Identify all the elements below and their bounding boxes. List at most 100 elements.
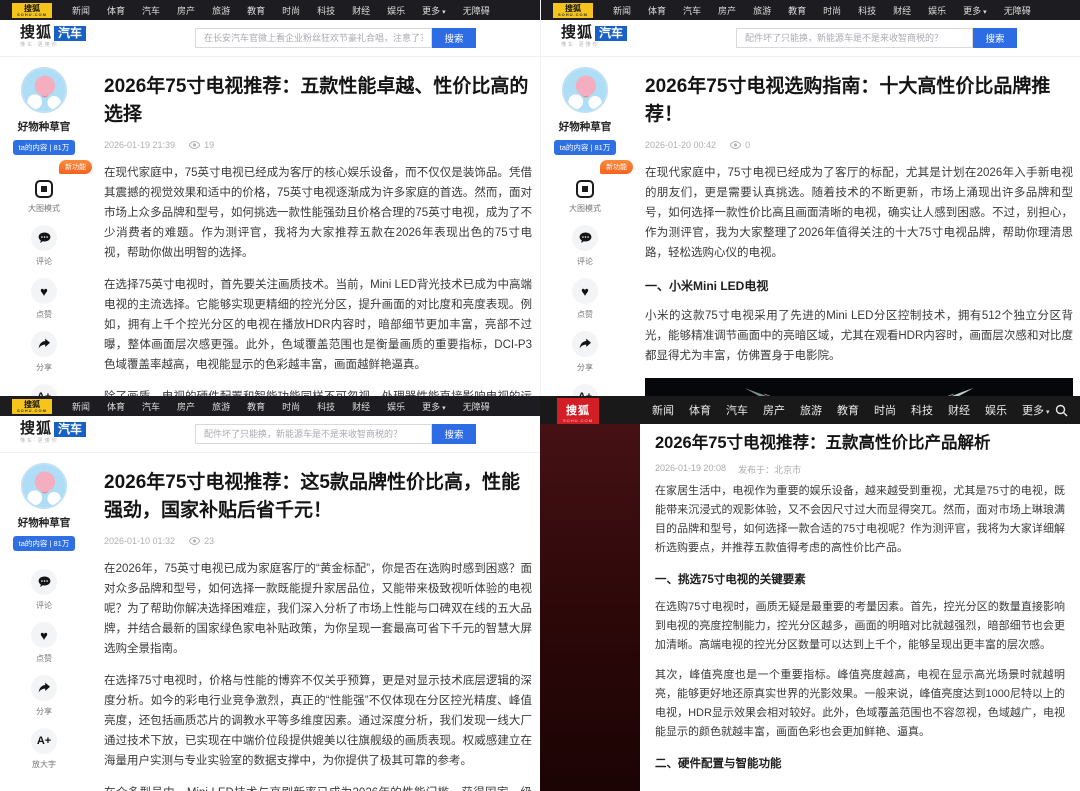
nav-item-realestate[interactable]: 房产: [177, 400, 195, 413]
sohu-logo-sub: SOHU.COM: [557, 419, 599, 423]
nav-item-fashion[interactable]: 时尚: [282, 400, 300, 413]
font-size-button[interactable]: A+: [31, 728, 57, 754]
comment-button[interactable]: [572, 225, 598, 251]
nav-item-news[interactable]: 新闻: [652, 402, 674, 418]
sohu-auto-logo[interactable]: 搜狐汽车 懂车·更懂你: [20, 421, 86, 444]
nav-item-entertainment[interactable]: 娱乐: [985, 402, 1007, 418]
nav-item-tech[interactable]: 科技: [317, 400, 335, 413]
comment-button[interactable]: [31, 225, 57, 251]
avatar[interactable]: [21, 463, 67, 509]
nav-item-sports[interactable]: 体育: [107, 400, 125, 413]
nav-item-travel[interactable]: 旅游: [212, 4, 230, 17]
nav-item-education[interactable]: 教育: [247, 4, 265, 17]
sohu-auto-logo[interactable]: 搜狐汽车 懂车·更懂你: [20, 25, 86, 48]
sohu-logo[interactable]: 搜狐SOHU.COM: [12, 399, 52, 414]
nav-item-accessibility[interactable]: 无障碍: [463, 400, 490, 413]
nav-item-finance[interactable]: 财经: [948, 402, 970, 418]
nav-item-fashion[interactable]: 时尚: [282, 4, 300, 17]
nav-item-realestate[interactable]: 房产: [763, 402, 785, 418]
nav-item-sports[interactable]: 体育: [648, 4, 666, 17]
font-size-button[interactable]: A+: [31, 384, 57, 396]
nav-item-travel[interactable]: 旅游: [753, 4, 771, 17]
nav-item-entertainment[interactable]: 娱乐: [387, 400, 405, 413]
comment-label: 评论: [577, 256, 593, 267]
nav-item-finance[interactable]: 财经: [352, 4, 370, 17]
nav-item-entertainment[interactable]: 娱乐: [928, 4, 946, 17]
views-count: 0: [745, 140, 750, 150]
article-paragraph: 在选购75寸电视时，画质无疑是最重要的考量因素。首先，控光分区的数量直接影响到电…: [655, 598, 1065, 655]
author-name[interactable]: 好物种草官: [18, 119, 71, 134]
sohu-logo[interactable]: 搜狐SOHU.COM: [12, 3, 52, 18]
chevron-down-icon: ▾: [442, 405, 446, 412]
share-button[interactable]: [31, 331, 57, 357]
nav-item-realestate[interactable]: 房产: [718, 4, 736, 17]
article-paragraph: 在家居生活中，电视作为重要的娱乐设备，越来越受到重视，尤其是75寸的电视，既能带…: [655, 482, 1065, 558]
nav-item-more[interactable]: 更多▾: [422, 400, 446, 413]
sohu-red-logo[interactable]: 搜狐 SOHU.COM: [557, 398, 599, 424]
search-input[interactable]: [195, 28, 432, 48]
author-name[interactable]: 好物种草官: [18, 515, 71, 530]
large-image-mode-label: 大图模式: [28, 203, 60, 214]
nav-item-more[interactable]: 更多▾: [963, 4, 987, 17]
article-date: 2026-01-19 20:08: [655, 463, 726, 476]
nav-item-auto[interactable]: 汽车: [142, 400, 160, 413]
nav-item-travel[interactable]: 旅游: [212, 400, 230, 413]
article-subheading: 一、小米Mini LED电视: [645, 277, 1073, 294]
author-name[interactable]: 好物种草官: [559, 119, 612, 134]
views-icon: [189, 537, 200, 545]
search-input[interactable]: [195, 424, 432, 444]
nav-more-label: 更多: [422, 6, 440, 16]
search-bar: 搜索: [195, 424, 476, 444]
comment-button[interactable]: [31, 569, 57, 595]
share-button[interactable]: [31, 675, 57, 701]
article-paragraph: 除了画质，电视的硬件配置和智能功能同样不可忽视。处理器性能直接影响电视的运行速度…: [104, 387, 532, 396]
nav-item-education[interactable]: 教育: [837, 402, 859, 418]
article-paragraph: 其次，峰值亮度也是一个重要指标。峰值亮度越高，电视在显示高光场景时就越明亮，能够…: [655, 666, 1065, 742]
search-button[interactable]: 搜索: [973, 28, 1017, 48]
nav-item-education[interactable]: 教育: [247, 400, 265, 413]
large-image-mode-icon[interactable]: [576, 180, 594, 198]
nav-item-news[interactable]: 新闻: [613, 4, 631, 17]
nav-item-auto[interactable]: 汽车: [726, 402, 748, 418]
like-button[interactable]: ♥: [31, 278, 57, 304]
nav-item-tech[interactable]: 科技: [858, 4, 876, 17]
large-image-mode-icon[interactable]: [35, 180, 53, 198]
avatar[interactable]: [562, 67, 608, 113]
font-size-button[interactable]: A+: [572, 384, 598, 396]
like-button[interactable]: ♥: [31, 622, 57, 648]
nav-item-finance[interactable]: 财经: [352, 400, 370, 413]
nav-item-fashion[interactable]: 时尚: [874, 402, 896, 418]
nav-item-accessibility[interactable]: 无障碍: [463, 4, 490, 17]
sohu-logo[interactable]: 搜狐SOHU.COM: [553, 3, 593, 18]
like-button[interactable]: ♥: [572, 278, 598, 304]
nav-item-education[interactable]: 教育: [788, 4, 806, 17]
nav-item-accessibility[interactable]: 无障碍: [1004, 4, 1031, 17]
nav-item-news[interactable]: 新闻: [72, 400, 90, 413]
nav-item-sports[interactable]: 体育: [689, 402, 711, 418]
views-count: 19: [204, 140, 214, 150]
nav-item-auto[interactable]: 汽车: [683, 4, 701, 17]
nav-item-tech[interactable]: 科技: [911, 402, 933, 418]
sohu-auto-logo[interactable]: 搜狐汽车 懂车·更懂你: [561, 25, 627, 48]
nav-item-sports[interactable]: 体育: [107, 4, 125, 17]
nav-item-entertainment[interactable]: 娱乐: [387, 4, 405, 17]
sohu-logo-text: 搜狐: [566, 405, 590, 417]
search-button[interactable]: [1055, 404, 1068, 422]
share-label: 分享: [577, 362, 593, 373]
search-button[interactable]: 搜索: [432, 28, 476, 48]
nav-item-realestate[interactable]: 房产: [177, 4, 195, 17]
search-button[interactable]: 搜索: [432, 424, 476, 444]
nav-item-auto[interactable]: 汽车: [142, 4, 160, 17]
nav-item-more[interactable]: 更多▾: [422, 4, 446, 17]
share-label: 分享: [36, 362, 52, 373]
avatar[interactable]: [21, 67, 67, 113]
nav-item-finance[interactable]: 财经: [893, 4, 911, 17]
nav-item-news[interactable]: 新闻: [72, 4, 90, 17]
nav-item-tech[interactable]: 科技: [317, 4, 335, 17]
nav-item-travel[interactable]: 旅游: [800, 402, 822, 418]
share-button[interactable]: [572, 331, 598, 357]
nav-item-fashion[interactable]: 时尚: [823, 4, 841, 17]
search-input[interactable]: [736, 28, 973, 48]
nav-item-more[interactable]: 更多▾: [1022, 402, 1050, 418]
brand-auto-text: 汽车: [54, 26, 86, 41]
